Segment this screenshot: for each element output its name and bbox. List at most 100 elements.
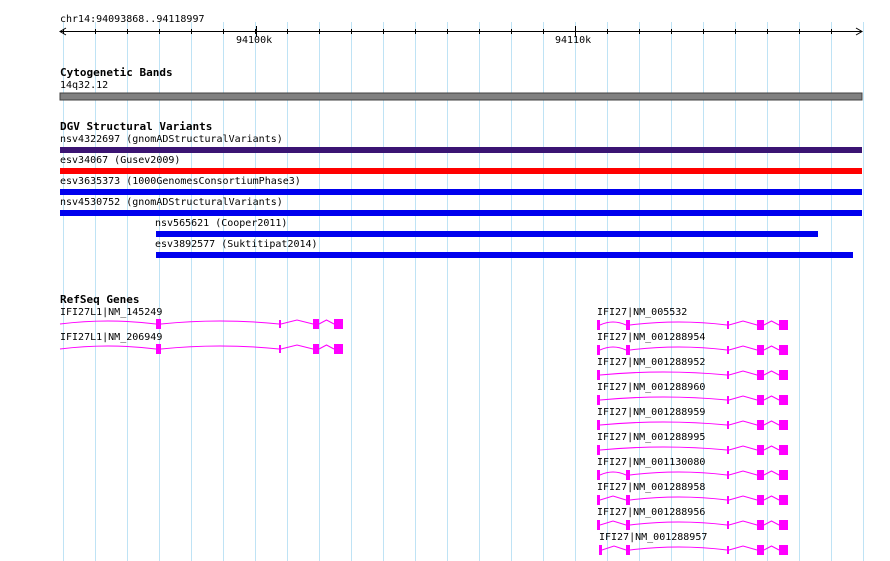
gene-label: IFI27|NM_001288957 (599, 532, 708, 543)
gene-label: IFI27L1|NM_206949 (60, 332, 163, 343)
variant-bar (156, 231, 818, 237)
gene-intron (763, 320, 780, 326)
gene-exon (597, 495, 600, 505)
gene-exon (727, 496, 729, 504)
track-canvas (59, 22, 864, 561)
gene-exon (727, 471, 729, 479)
gene-intron (629, 496, 728, 501)
gene-intron (59, 320, 157, 325)
gene-exon (757, 520, 764, 530)
variant-label: nsv4322697 (gnomADStructuralVariants) (60, 134, 283, 145)
gene-exon (779, 345, 788, 355)
gene-intron (728, 345, 758, 351)
gene-exon (597, 420, 600, 430)
variant-label: nsv4530752 (gnomADStructuralVariants) (60, 197, 283, 208)
gene-intron (763, 445, 780, 451)
gene-exon (727, 346, 729, 354)
gene-intron (599, 495, 627, 501)
gene-exon (626, 545, 630, 555)
gene-intron (599, 346, 627, 351)
gene-intron (160, 320, 280, 325)
gene-exon (313, 319, 319, 329)
variant-bar (60, 189, 862, 195)
gene-exon (779, 520, 788, 530)
gene-exon (757, 395, 764, 405)
gene-exon (334, 344, 343, 354)
gene-exon (727, 321, 729, 329)
gene-exon (779, 395, 788, 405)
gene-exon (779, 470, 788, 480)
gene-label: IFI27|NM_001288960 (597, 382, 706, 393)
track-title-refseq-genes: RefSeq Genes (60, 293, 140, 306)
gene-intron (728, 320, 758, 326)
gene-exon (597, 470, 600, 480)
gene-exon (279, 320, 281, 328)
gene-exon (626, 470, 630, 480)
track-title-dgv: DGV Structural Variants (60, 120, 213, 133)
track-title-cytogenetic-bands: Cytogenetic Bands (60, 66, 173, 79)
gene-label: IFI27L1|NM_145249 (60, 307, 163, 318)
gene-exon (727, 396, 729, 404)
gene-exon (597, 320, 600, 330)
gene-exon (779, 495, 788, 505)
variant-label: nsv565621 (Cooper2011) (155, 218, 288, 229)
gene-intron (763, 520, 780, 526)
gene-exon (597, 370, 600, 380)
gene-exon (779, 370, 788, 380)
variant-label: esv3892577 (Suktitipat2014) (155, 239, 318, 250)
gene-label: IFI27|NM_001288956 (597, 507, 706, 518)
gene-exon (727, 371, 729, 379)
gene-exon (156, 344, 161, 354)
gene-intron (763, 545, 780, 551)
gene-exon (597, 345, 600, 355)
gene-intron (763, 370, 780, 376)
gene-exon (626, 520, 630, 530)
variant-bar (60, 168, 862, 174)
gene-label: IFI27|NM_001288995 (597, 432, 706, 443)
gene-intron (629, 471, 728, 476)
gene-intron (601, 545, 627, 551)
gene-exon (279, 345, 281, 353)
gene-intron (599, 520, 627, 526)
gene-exon (779, 420, 788, 430)
gene-intron (599, 421, 728, 426)
gene-intron (763, 420, 780, 426)
gene-exon (727, 421, 729, 429)
gene-exon (727, 521, 729, 529)
gene-exon (597, 520, 600, 530)
variant-label: esv3635373 (1000GenomesConsortiumPhase3) (60, 176, 301, 187)
gene-intron (280, 344, 314, 350)
gene-intron (318, 319, 335, 325)
gene-intron (763, 395, 780, 401)
gene-intron (599, 396, 728, 401)
gene-exon (334, 319, 343, 329)
gene-intron (59, 345, 157, 350)
gene-intron (599, 446, 728, 451)
gene-exon (599, 545, 602, 555)
gene-label: IFI27|NM_001288954 (597, 332, 706, 343)
gene-intron (728, 495, 758, 501)
ruler-range-label: chr14:94093868..94118997 (60, 14, 205, 25)
ruler-tick-label: 94100k (236, 35, 273, 46)
gene-exon (156, 319, 161, 329)
cytoband-bar (59, 92, 863, 101)
gene-intron (318, 344, 335, 350)
gene-intron (599, 321, 627, 326)
gene-exon (597, 445, 600, 455)
gene-exon (757, 445, 764, 455)
gene-exon (626, 495, 630, 505)
gene-label: IFI27|NM_001288952 (597, 357, 706, 368)
gene-intron (280, 319, 314, 325)
gene-exon (757, 320, 764, 330)
gene-intron (728, 545, 758, 551)
gene-label: IFI27|NM_001130080 (597, 457, 706, 468)
variant-label: esv34067 (Gusev2009) (60, 155, 181, 166)
gene-intron (599, 371, 728, 376)
gene-exon (626, 320, 630, 330)
gene-label: IFI27|NM_005532 (597, 307, 688, 318)
gene-exon (757, 495, 764, 505)
gene-intron (728, 395, 758, 401)
gene-intron (728, 470, 758, 476)
gene-exon (757, 545, 764, 555)
gene-exon (757, 345, 764, 355)
